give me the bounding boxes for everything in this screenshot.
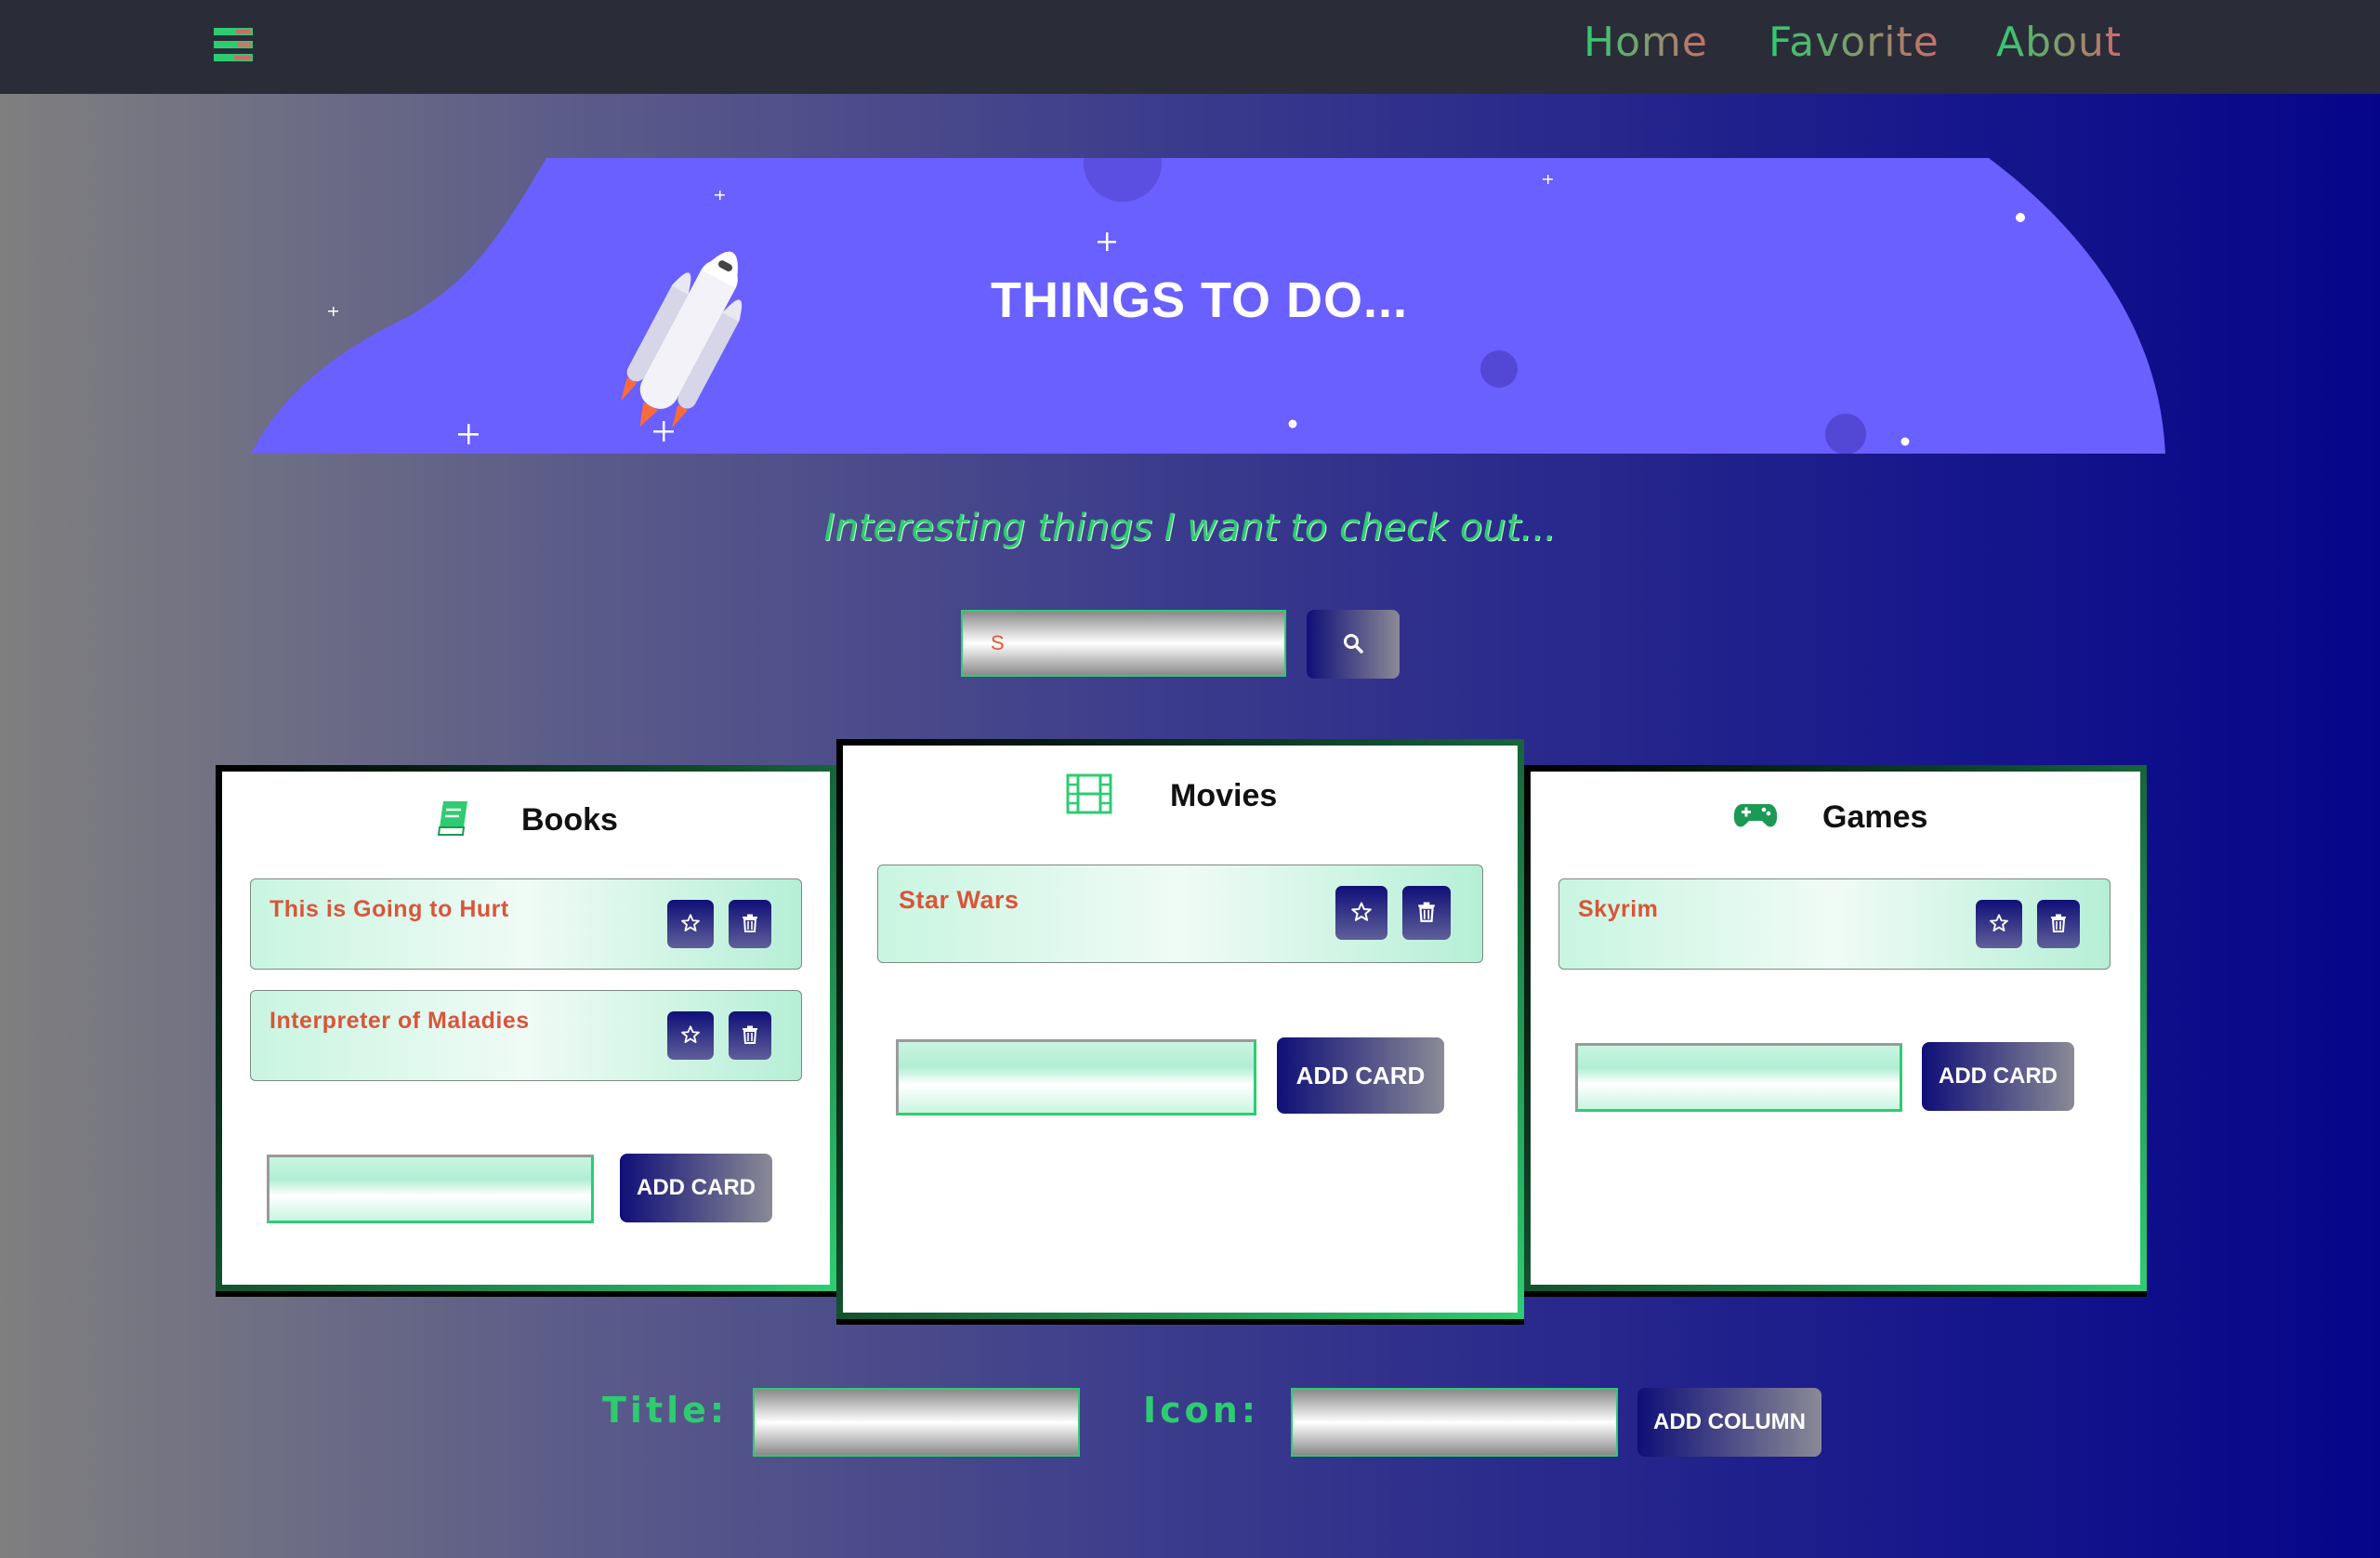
icon-label: Icon:	[1143, 1390, 1260, 1431]
card: Star Wars	[877, 865, 1483, 963]
add-card-button[interactable]: ADD CARD	[620, 1154, 772, 1222]
card-input[interactable]	[1575, 1043, 1902, 1112]
column-title: Movies	[1170, 777, 1278, 813]
menu-logo-icon[interactable]	[214, 28, 253, 61]
nav-about-link[interactable]: About	[1996, 19, 2122, 66]
search-input[interactable]	[961, 610, 1286, 677]
favorite-button[interactable]	[1976, 900, 2022, 948]
card: Interpreter of Maladies	[250, 990, 802, 1081]
favorite-button[interactable]	[667, 1011, 714, 1060]
add-card-button[interactable]: ADD CARD	[1277, 1037, 1444, 1114]
card-title: Skyrim	[1578, 896, 1659, 922]
star-icon	[1350, 901, 1373, 926]
star-icon	[680, 1024, 701, 1048]
card-title: This is Going to Hurt	[270, 896, 509, 922]
card: Skyrim	[1558, 878, 2110, 970]
column-header: Movies	[1066, 773, 1277, 818]
trash-icon	[1417, 902, 1436, 925]
trash-icon	[742, 1025, 758, 1047]
delete-button[interactable]	[2037, 900, 2080, 948]
delete-button[interactable]	[729, 1011, 771, 1060]
navbar: Home Favorite About	[0, 0, 2380, 94]
favorite-button[interactable]	[1335, 886, 1387, 940]
film-icon	[1066, 773, 1112, 818]
search-button[interactable]	[1307, 610, 1400, 679]
nav-home-link[interactable]: Home	[1584, 19, 1708, 66]
column-header: Books	[436, 799, 618, 840]
card-title: Interpreter of Maladies	[270, 1008, 530, 1034]
column-games: Games Skyrim ADD CARD	[1524, 765, 2147, 1291]
delete-button[interactable]	[1402, 886, 1451, 940]
column-title: Books	[521, 801, 618, 838]
column-icon-input[interactable]	[1291, 1388, 1618, 1457]
card-input[interactable]	[896, 1039, 1256, 1116]
nav-favorite-link[interactable]: Favorite	[1769, 19, 1940, 66]
favorite-button[interactable]	[667, 900, 714, 948]
search-icon	[1343, 633, 1363, 656]
column-title-input[interactable]	[753, 1388, 1080, 1457]
delete-button[interactable]	[729, 900, 771, 948]
book-icon	[436, 799, 471, 840]
column-title: Games	[1822, 799, 1928, 835]
card-title: Star Wars	[899, 886, 1019, 914]
column-books: Books This is Going to Hurt Interpreter …	[216, 765, 836, 1291]
trash-icon	[2050, 914, 2067, 935]
trash-icon	[742, 914, 758, 935]
gamepad-icon	[1733, 802, 1778, 834]
title-label: Title:	[602, 1390, 729, 1431]
column-header: Games	[1733, 799, 1927, 836]
page-subtitle: Interesting things I want to check out..…	[823, 507, 1557, 549]
star-icon	[1989, 913, 2009, 936]
add-column-button[interactable]: ADD COLUMN	[1637, 1388, 1821, 1457]
column-movies: Movies Star Wars ADD CARD	[836, 739, 1524, 1319]
add-card-button[interactable]: ADD CARD	[1922, 1042, 2074, 1111]
hero-title: THINGS TO DO...	[991, 272, 1409, 328]
star-icon	[680, 913, 701, 936]
card-input[interactable]	[267, 1155, 594, 1223]
card: This is Going to Hurt	[250, 878, 802, 970]
